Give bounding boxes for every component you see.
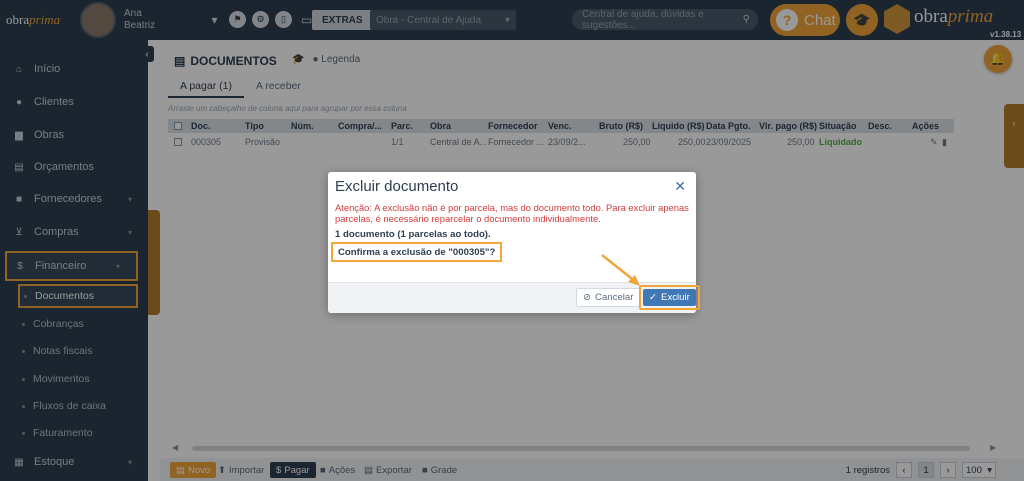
dialog-title: Excluir documento <box>335 178 459 195</box>
pointer-arrow <box>601 254 640 286</box>
warning-text: Atenção: A exclusão não é por parcela, m… <box>335 202 689 224</box>
check-icon: ✓ <box>649 292 658 303</box>
close-icon[interactable]: ✕ <box>674 178 686 195</box>
document-count-text: 1 documento (1 parcelas ao todo). <box>335 229 491 240</box>
ban-icon: ⊘ <box>583 292 592 303</box>
delete-button[interactable]: ✓ Excluir <box>643 289 696 306</box>
confirm-highlight: ✓ Excluir <box>639 285 700 310</box>
confirm-question: Confirma a exclusão de "000305"? <box>331 242 503 262</box>
